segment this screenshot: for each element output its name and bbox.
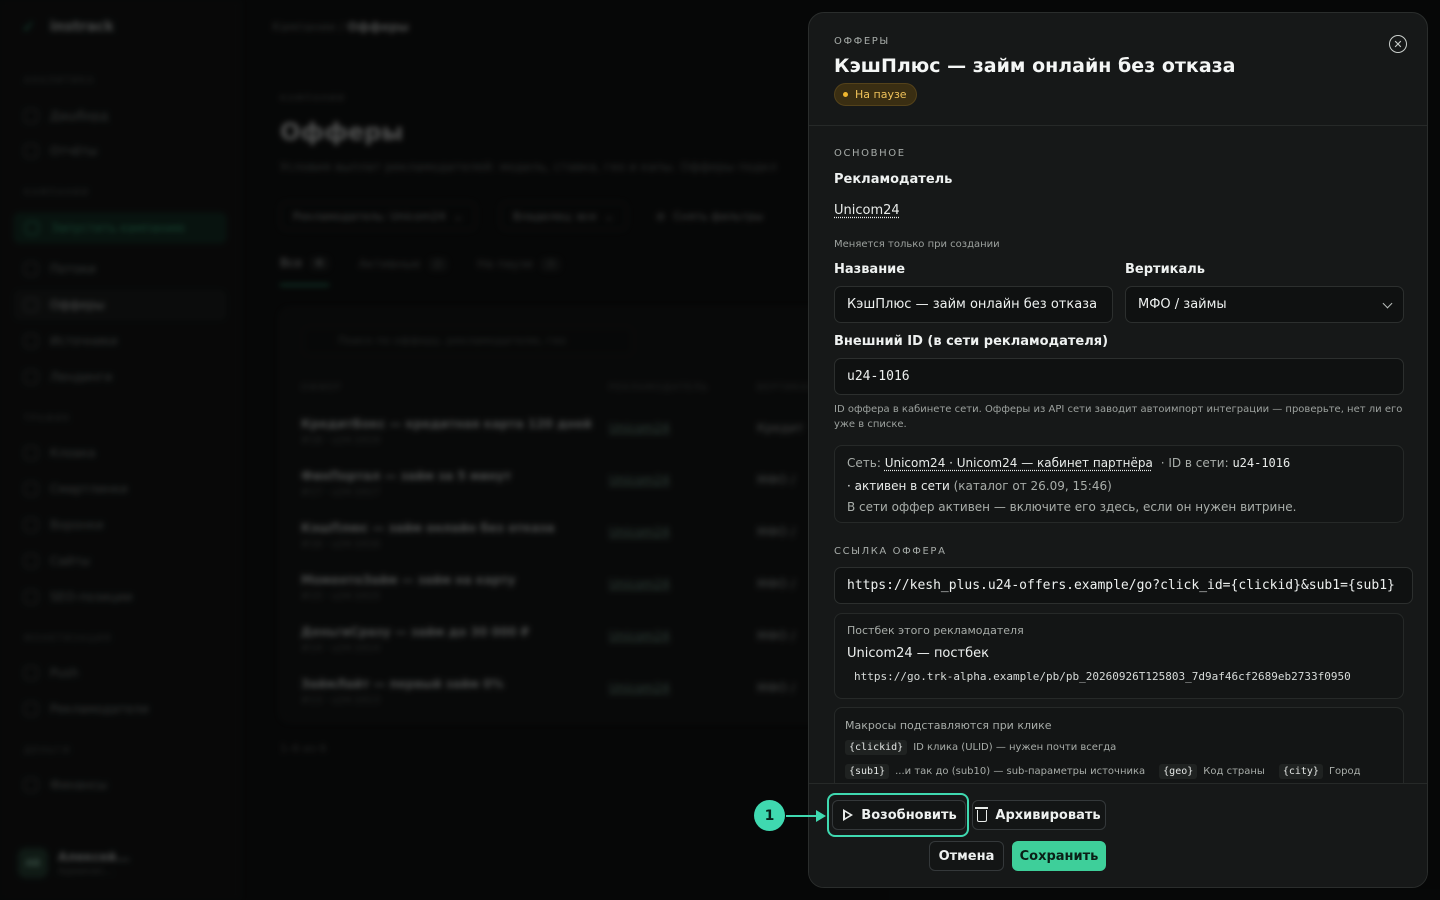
macro-item-list: {sub1} ...и так до (sub10) — sub-парамет…	[845, 764, 1361, 779]
postback-name: Unicom24 — постбек	[847, 646, 989, 661]
close-button[interactable]: ✕	[1389, 35, 1407, 53]
vertical-select[interactable]: МФО / займы	[1125, 286, 1404, 323]
postback-box: Постбек этого рекламодателя Unicom24 — п…	[834, 613, 1404, 699]
network-note: В сети оффер активен — включите его здес…	[847, 500, 1297, 514]
callout-arrow-line	[786, 815, 820, 817]
cancel-button[interactable]: Отмена	[929, 841, 1004, 871]
network-link[interactable]: Unicom24 · Unicom24 — кабинет партнёра	[885, 456, 1153, 470]
archive-button[interactable]: Архивировать	[972, 800, 1106, 830]
drawer-eyebrow: ОФФЕРЫ	[834, 36, 890, 47]
network-id: u24-1016	[1232, 456, 1291, 470]
name-input[interactable]: КэшПлюс — займ онлайн без отказа	[834, 286, 1113, 323]
name-label: Название	[834, 262, 906, 277]
advertiser-hint: Меняется только при создании	[834, 239, 1000, 250]
macros-title: Макросы подставляются при клике	[845, 719, 1052, 732]
arrow-right-icon	[816, 810, 826, 822]
chevron-down-icon	[1382, 298, 1393, 309]
macro-item: {clickid} ID клика (ULID) — нужен почти …	[845, 740, 1116, 755]
postback-url: https://go.trk-alpha.example/pb/pb_20260…	[854, 670, 1351, 683]
status-dot-icon	[843, 92, 848, 97]
postback-label: Постбек этого рекламодателя	[847, 624, 1024, 637]
status-badge: На паузе	[834, 83, 917, 106]
network-info-box: Сеть: Unicom24 · Unicom24 — кабинет парт…	[834, 445, 1404, 523]
trash-icon	[975, 807, 989, 822]
close-icon: ✕	[1393, 37, 1403, 51]
external-id-input[interactable]: u24-1016	[834, 358, 1404, 395]
section-main-label: ОСНОВНОЕ	[834, 148, 906, 159]
offer-url-input[interactable]: https://kesh_plus.u24-offers.example/go?…	[834, 567, 1413, 604]
drawer-title: КэшПлюс — займ онлайн без отказа	[834, 55, 1236, 77]
network-line: Сеть: Unicom24 · Unicom24 — кабинет парт…	[847, 456, 1291, 470]
offer-drawer: ОФФЕРЫ КэшПлюс — займ онлайн без отказа …	[808, 12, 1428, 888]
highlight-frame	[827, 793, 969, 837]
callout-badge: 1	[754, 800, 785, 831]
network-state-line: · активен в сети (каталог от 26.09, 15:4…	[847, 479, 1112, 493]
external-id-hint: ID оффера в кабинете сети. Офферы из API…	[834, 404, 1403, 430]
external-id-label: Внешний ID (в сети рекламодателя)	[834, 334, 1109, 349]
advertiser-label: Рекламодатель	[834, 172, 953, 187]
vertical-label: Вертикаль	[1125, 262, 1206, 277]
section-link-label: ССЫЛКА ОФФЕРА	[834, 546, 947, 557]
save-button[interactable]: Сохранить	[1012, 841, 1106, 871]
drawer-header: ОФФЕРЫ КэшПлюс — займ онлайн без отказа …	[809, 13, 1427, 126]
advertiser-link[interactable]: Unicom24	[834, 203, 900, 218]
